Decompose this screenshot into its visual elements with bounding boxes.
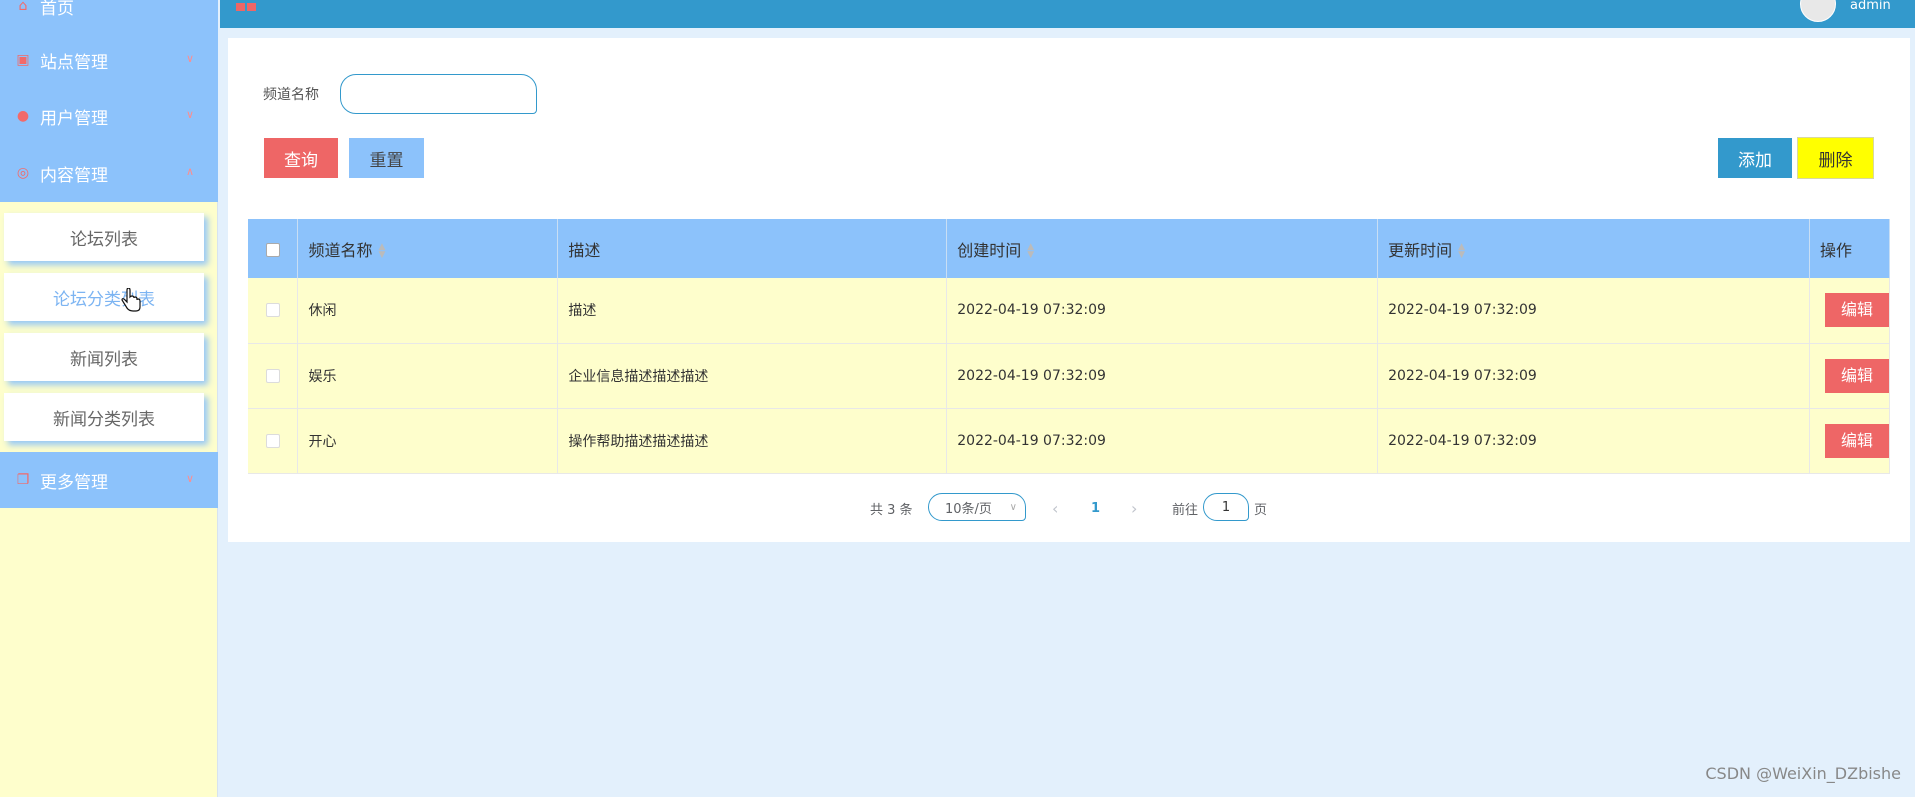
- header-label: 描述: [568, 240, 601, 260]
- edit-button[interactable]: 编辑: [1824, 423, 1889, 458]
- header-label: 频道名称: [308, 240, 373, 260]
- row-checkbox[interactable]: [265, 368, 280, 383]
- channel-name-label: 频道名称: [263, 87, 319, 103]
- page-size-value: 10条/页: [945, 501, 992, 517]
- sidebar-item-label: 用户管理: [40, 108, 108, 129]
- page-number-current[interactable]: 1: [1091, 493, 1100, 523]
- next-page-icon[interactable]: ›: [1131, 493, 1137, 523]
- pagination-total: 共 3 条: [870, 502, 913, 518]
- sidebar-item-content[interactable]: ◎ 内容管理 ∧: [0, 145, 218, 201]
- pagination-unit-label: 页: [1254, 502, 1268, 518]
- channel-table: 频道名称 ▲ ▼ 描述 创建时间 ▲ ▼ 更新时间 ▲ ▼ 操作 休闲 描述 2022-04…: [248, 219, 1891, 474]
- column-header-name[interactable]: 频道名称 ▲ ▼: [297, 219, 559, 278]
- table-row: 开心 操作帮助描述描述描述 2022-04-19 07:32:09 2022-0…: [248, 408, 1891, 474]
- submenu-forum-list[interactable]: 论坛列表: [4, 213, 204, 261]
- cell-ops: 编辑: [1809, 343, 1891, 409]
- cell-created: 2022-04-19 07:32:09: [946, 278, 1379, 344]
- cell-ops: 编辑: [1809, 408, 1891, 474]
- prev-page-icon[interactable]: ‹: [1052, 493, 1058, 523]
- sort-icon[interactable]: ▲ ▼: [1027, 243, 1034, 260]
- sidebar-item-home[interactable]: ⌂ 首页: [0, 0, 218, 34]
- sidebar-item-label: 站点管理: [40, 52, 108, 73]
- sidebar-item-label: 更多管理: [40, 472, 108, 493]
- sort-icon[interactable]: ▲ ▼: [1458, 243, 1465, 260]
- sidebar: ⌂ 首页 ▣ 站点管理 ∨ ● 用户管理 ∨ ◎ 内容管理 ∧ 论坛列表 论坛分…: [0, 0, 218, 797]
- username-label[interactable]: admin: [1850, 0, 1891, 13]
- submenu-label: 论坛列表: [70, 229, 138, 250]
- watermark: CSDN @WeiXin_DZbishe: [1705, 764, 1901, 783]
- chevron-up-icon: ∧: [186, 165, 195, 178]
- submenu-forum-category-list[interactable]: 论坛分类列表: [4, 273, 204, 321]
- site-icon: ▣: [16, 52, 30, 68]
- row-select-cell: [248, 343, 299, 409]
- sort-icon[interactable]: ▲ ▼: [379, 243, 386, 260]
- row-select-cell: [248, 278, 299, 344]
- add-button[interactable]: 添加: [1718, 138, 1792, 178]
- submenu-label: 新闻列表: [70, 349, 138, 370]
- content-icon: ◎: [16, 165, 30, 181]
- cell-updated: 2022-04-19 07:32:09: [1377, 408, 1810, 474]
- row-checkbox[interactable]: [265, 433, 280, 448]
- sidebar-item-label: 内容管理: [40, 165, 108, 186]
- cell-name: 休闲: [297, 278, 559, 344]
- column-header-desc: 描述: [557, 219, 948, 278]
- page-size-select[interactable]: 10条/页 ∨: [928, 493, 1026, 521]
- cell-desc: 操作帮助描述描述描述: [557, 408, 948, 474]
- cell-updated: 2022-04-19 07:32:09: [1377, 278, 1810, 344]
- cell-created: 2022-04-19 07:32:09: [946, 408, 1379, 474]
- delete-button[interactable]: 删除: [1797, 137, 1874, 179]
- table-row: 娱乐 企业信息描述描述描述 2022-04-19 07:32:09 2022-0…: [248, 343, 1891, 409]
- top-bar: admin: [220, 0, 1915, 28]
- column-header-ops: 操作: [1809, 219, 1891, 278]
- header-label: 更新时间: [1388, 240, 1453, 260]
- column-header-updated[interactable]: 更新时间 ▲ ▼: [1377, 219, 1810, 278]
- channel-name-input[interactable]: [340, 74, 537, 114]
- logo-icon: [236, 3, 256, 11]
- cell-created: 2022-04-19 07:32:09: [946, 343, 1379, 409]
- cell-name: 开心: [297, 408, 559, 474]
- chevron-down-icon: ∨: [186, 472, 195, 485]
- query-button[interactable]: 查询: [264, 138, 338, 178]
- chevron-down-icon: ∨: [186, 108, 195, 121]
- header-label: 操作: [1819, 240, 1852, 260]
- cell-updated: 2022-04-19 07:32:09: [1377, 343, 1810, 409]
- chevron-down-icon: ∨: [186, 52, 195, 65]
- reset-button[interactable]: 重置: [349, 138, 424, 178]
- sidebar-item-label: 首页: [40, 0, 74, 19]
- cell-desc: 描述: [557, 278, 948, 344]
- column-header-created[interactable]: 创建时间 ▲ ▼: [946, 219, 1379, 278]
- submenu-news-category-list[interactable]: 新闻分类列表: [4, 393, 204, 441]
- row-select-cell: [248, 408, 299, 474]
- table-row: 休闲 描述 2022-04-19 07:32:09 2022-04-19 07:…: [248, 278, 1891, 344]
- header-label: 创建时间: [957, 240, 1022, 260]
- submenu-news-list[interactable]: 新闻列表: [4, 333, 204, 381]
- more-icon: ❐: [16, 472, 30, 488]
- cell-ops: 编辑: [1809, 278, 1891, 344]
- avatar[interactable]: [1800, 0, 1836, 22]
- page-jump-input[interactable]: 1: [1203, 493, 1249, 521]
- edit-button[interactable]: 编辑: [1824, 293, 1889, 328]
- select-all-checkbox[interactable]: [265, 242, 280, 257]
- edit-button[interactable]: 编辑: [1824, 358, 1889, 393]
- cell-desc: 企业信息描述描述描述: [557, 343, 948, 409]
- table-header-row: 频道名称 ▲ ▼ 描述 创建时间 ▲ ▼ 更新时间 ▲ ▼ 操作: [248, 219, 1891, 278]
- chevron-down-icon: ∨: [1009, 501, 1017, 513]
- select-all-cell: [248, 219, 299, 278]
- home-icon: ⌂: [18, 0, 28, 14]
- user-icon: ●: [16, 108, 30, 124]
- sidebar-item-more[interactable]: ❐ 更多管理 ∨: [0, 452, 218, 508]
- sidebar-item-users[interactable]: ● 用户管理 ∨: [0, 88, 218, 144]
- cell-name: 娱乐: [297, 343, 559, 409]
- pagination-goto-label: 前往: [1172, 502, 1199, 518]
- hand-cursor-icon: [121, 288, 141, 312]
- sidebar-item-site[interactable]: ▣ 站点管理 ∨: [0, 32, 218, 88]
- submenu-label: 新闻分类列表: [53, 409, 155, 430]
- row-checkbox[interactable]: [265, 303, 280, 318]
